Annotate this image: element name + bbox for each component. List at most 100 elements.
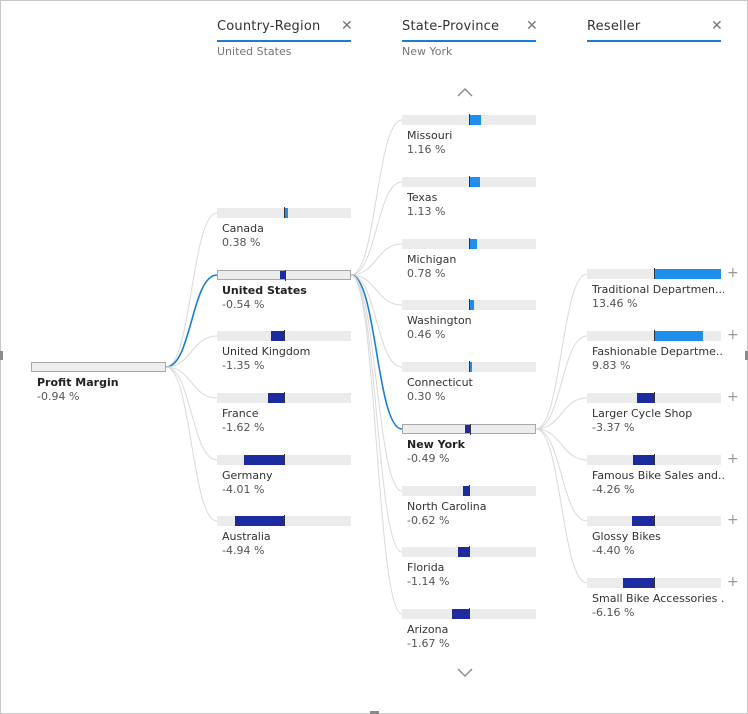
state-node-label: Florida xyxy=(407,561,445,574)
reseller-node-label: Fashionable Departme... xyxy=(592,345,724,358)
zero-line xyxy=(469,114,470,125)
country-node-bar[interactable] xyxy=(217,515,351,526)
state-node-bar[interactable] xyxy=(402,114,536,125)
connector-line xyxy=(165,366,218,522)
reseller-node-bar[interactable] xyxy=(587,330,721,341)
column-filter-value: New York xyxy=(402,45,453,58)
column-title: Country-Region xyxy=(217,19,321,34)
plus-icon[interactable]: + xyxy=(727,389,739,405)
country-node-bar[interactable] xyxy=(217,454,351,465)
reseller-node-value: -3.37 % xyxy=(592,421,635,434)
plus-icon[interactable]: + xyxy=(727,512,739,528)
reseller-node-bar[interactable] xyxy=(587,577,721,588)
reseller-node-bar[interactable] xyxy=(587,454,721,465)
country-node-label: United States xyxy=(222,284,307,297)
country-node-label: Canada xyxy=(222,222,264,235)
close-icon[interactable]: ✕ xyxy=(526,18,538,34)
state-node-bar[interactable] xyxy=(402,424,536,435)
zero-line xyxy=(654,454,655,465)
state-node-value: 0.30 % xyxy=(407,390,446,403)
column-title: State-Province xyxy=(402,19,500,34)
connector-line xyxy=(350,274,403,492)
value-fill xyxy=(457,547,469,557)
reseller-node-label: Famous Bike Sales and... xyxy=(592,469,724,482)
chevron-up-icon[interactable] xyxy=(457,87,473,97)
zero-line xyxy=(469,608,470,619)
close-icon[interactable]: ✕ xyxy=(711,18,723,34)
state-node-bar[interactable] xyxy=(402,176,536,187)
plus-icon[interactable]: + xyxy=(727,574,739,590)
connector-line xyxy=(350,119,403,276)
reseller-node-value: 9.83 % xyxy=(592,359,631,372)
state-node-value: -0.62 % xyxy=(407,514,450,527)
country-node-bar[interactable] xyxy=(217,330,351,341)
zero-line xyxy=(284,330,285,341)
reseller-node-label: Small Bike Accessories ... xyxy=(592,592,724,605)
chevron-down-icon[interactable] xyxy=(457,668,473,678)
zero-line xyxy=(469,361,470,372)
value-fill xyxy=(632,455,654,465)
zero-line xyxy=(654,268,655,279)
reseller-node-bar[interactable] xyxy=(587,515,721,526)
country-node-bar[interactable] xyxy=(217,270,351,281)
reseller-node-value: -4.40 % xyxy=(592,544,635,557)
country-node-label: United Kingdom xyxy=(222,345,311,358)
root-node-value: -0.94 % xyxy=(37,390,80,403)
state-node-bar[interactable] xyxy=(402,361,536,372)
state-node-bar[interactable] xyxy=(402,299,536,310)
column-header-state-province: State-Province ✕ New York xyxy=(402,18,538,59)
state-node-bar[interactable] xyxy=(402,485,536,496)
zero-line xyxy=(654,515,655,526)
state-node-bar[interactable] xyxy=(402,546,536,557)
country-node-bar[interactable] xyxy=(217,392,351,403)
plus-icon[interactable]: + xyxy=(727,265,739,281)
plus-icon[interactable]: + xyxy=(727,327,739,343)
connector-line xyxy=(535,273,588,430)
column-header-country-region: Country-Region ✕ United States xyxy=(217,18,353,59)
state-node-bar[interactable] xyxy=(402,238,536,249)
state-node-value: -1.14 % xyxy=(407,575,450,588)
zero-line xyxy=(284,207,285,218)
value-fill xyxy=(452,609,469,619)
country-node-value: -1.35 % xyxy=(222,359,265,372)
state-node-label: Connecticut xyxy=(407,376,473,389)
reseller-node-bar[interactable] xyxy=(587,392,721,403)
state-node-value: -0.49 % xyxy=(407,452,450,465)
value-fill xyxy=(654,331,704,341)
zero-line xyxy=(469,485,470,496)
value-fill xyxy=(267,393,284,403)
zero-line xyxy=(284,515,285,526)
column-underline xyxy=(402,40,536,42)
state-node-value: -1.67 % xyxy=(407,637,450,650)
value-fill xyxy=(469,177,481,187)
state-node-value: 1.16 % xyxy=(407,143,446,156)
reseller-node-value: -6.16 % xyxy=(592,606,635,619)
reseller-node-label: Traditional Departmen... xyxy=(592,283,724,296)
root-node-label: Profit Margin xyxy=(37,376,119,389)
state-node-label: Texas xyxy=(407,191,438,204)
state-node-value: 1.13 % xyxy=(407,205,446,218)
plus-icon[interactable]: + xyxy=(727,451,739,467)
reseller-node-bar[interactable] xyxy=(587,268,721,279)
value-fill xyxy=(632,516,654,526)
country-node-value: 0.38 % xyxy=(222,236,261,249)
zero-line xyxy=(284,392,285,403)
connector-line xyxy=(535,428,588,584)
reseller-node-value: 13.46 % xyxy=(592,297,638,310)
value-fill xyxy=(234,516,284,526)
reseller-node-value: -4.26 % xyxy=(592,483,635,496)
country-node-bar[interactable] xyxy=(217,207,351,218)
state-node-value: 0.46 % xyxy=(407,328,446,341)
column-underline xyxy=(217,40,351,42)
state-node-label: New York xyxy=(407,438,465,451)
state-node-label: Missouri xyxy=(407,129,453,142)
root-node-bar[interactable] xyxy=(31,362,166,372)
value-fill xyxy=(243,455,284,465)
column-underline xyxy=(587,40,721,42)
reseller-node-label: Glossy Bikes xyxy=(592,530,661,543)
state-node-bar[interactable] xyxy=(402,608,536,619)
country-node-value: -0.54 % xyxy=(222,298,265,311)
connector-line xyxy=(350,274,403,553)
state-node-label: Arizona xyxy=(407,623,449,636)
close-icon[interactable]: ✕ xyxy=(341,18,353,34)
